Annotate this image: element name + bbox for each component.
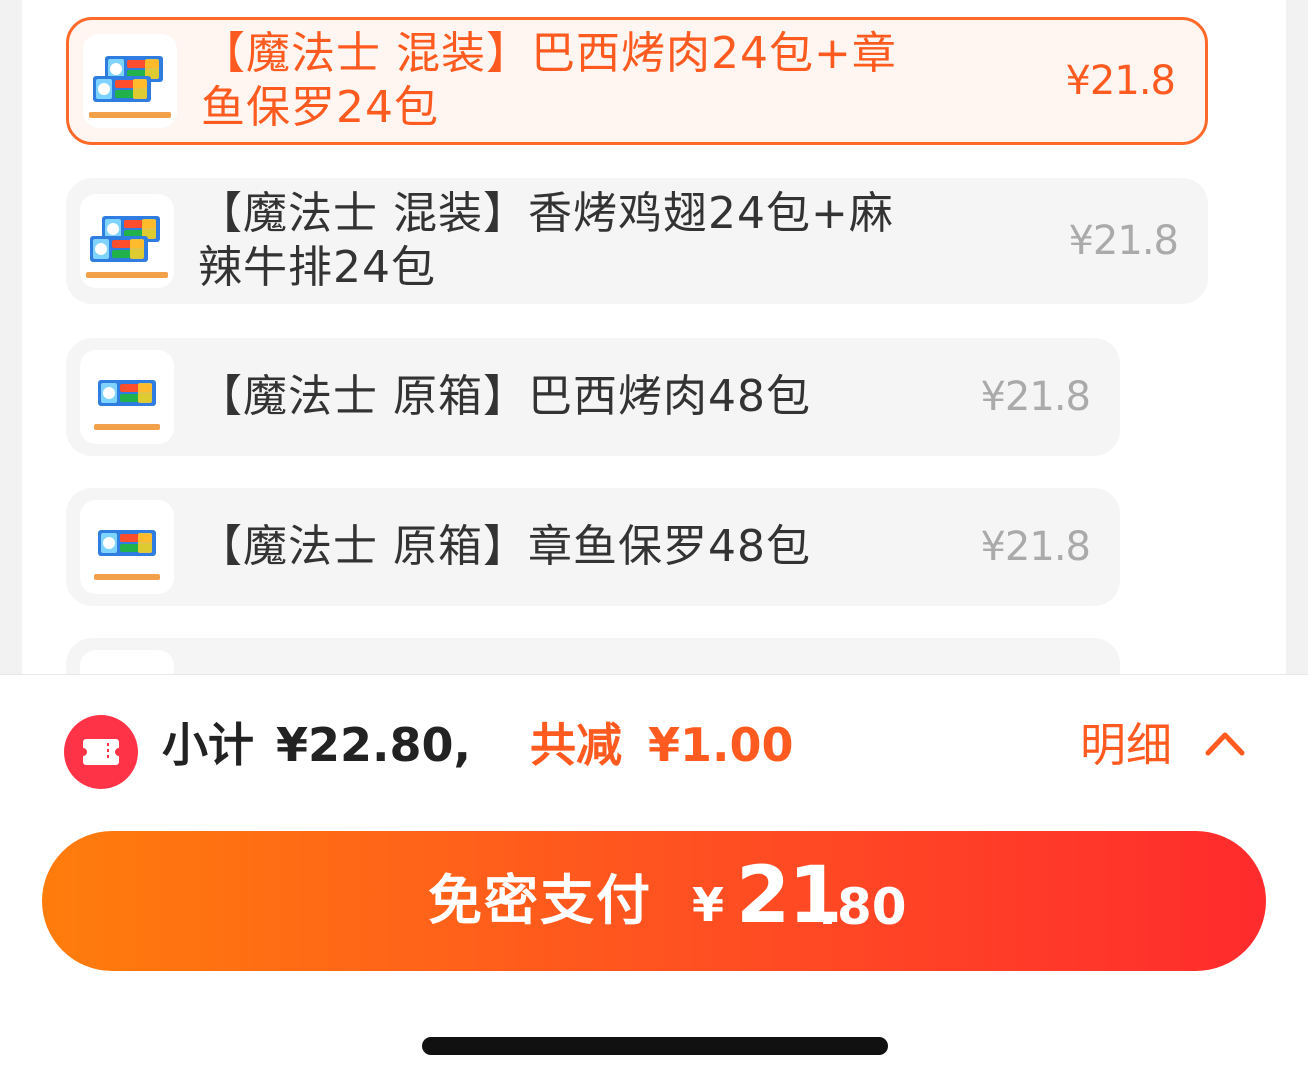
discount-label: 共减 bbox=[530, 718, 622, 772]
sku-option-box-octopus[interactable]: 【魔法士 原箱】章鱼保罗48包 ¥21.8 bbox=[66, 488, 1120, 606]
product-thumbnail bbox=[80, 500, 174, 594]
subtotal-label: 小计 bbox=[162, 718, 254, 772]
sku-option-box-brazil[interactable]: 【魔法士 原箱】巴西烤肉48包 ¥21.8 bbox=[66, 338, 1120, 456]
sku-option-title: 【魔法士 混装】巴西烤肉24包+章 鱼保罗24包 bbox=[201, 28, 897, 133]
sku-option-price: ¥21.8 bbox=[980, 374, 1091, 420]
product-thumbnail bbox=[80, 194, 174, 288]
password-free-pay-button[interactable]: 免密支付 ¥ 21 .80 bbox=[42, 831, 1266, 971]
sku-option-price: ¥21.8 bbox=[980, 524, 1091, 570]
sku-option-mixed-wing-steak[interactable]: 【魔法士 混装】香烤鸡翅24包+麻 辣牛排24包 ¥21.8 bbox=[66, 178, 1208, 304]
subtotal-value: ¥22.80, bbox=[276, 718, 471, 772]
sku-option-price: ¥21.8 bbox=[1068, 218, 1179, 264]
pay-button-label: 免密支付 bbox=[428, 869, 652, 932]
sku-option-title: 【魔法士 混装】香烤鸡翅24包+麻 辣牛排24包 bbox=[198, 188, 894, 293]
detail-toggle-button[interactable]: 明细 bbox=[1080, 709, 1260, 781]
product-thumbnail bbox=[83, 34, 177, 128]
pay-amount-decimal: .80 bbox=[818, 878, 907, 936]
detail-label: 明细 bbox=[1080, 718, 1172, 772]
sku-option-title: 【魔法士 原箱】章鱼保罗48包 bbox=[198, 521, 811, 572]
sku-option-price: ¥21.8 bbox=[1065, 58, 1176, 104]
checkout-footer: 小计 ¥22.80, 共减 ¥1.00 明细 免密支付 ¥ 21 .80 bbox=[0, 674, 1308, 1082]
chevron-up-icon bbox=[1202, 721, 1248, 771]
discount-value: ¥1.00 bbox=[648, 718, 794, 772]
sku-option-mixed-brazil-octopus[interactable]: 【魔法士 混装】巴西烤肉24包+章 鱼保罗24包 ¥21.8 bbox=[66, 17, 1208, 145]
product-thumbnail bbox=[80, 350, 174, 444]
sku-option-title: 【魔法士 原箱】巴西烤肉48包 bbox=[198, 371, 811, 422]
home-indicator[interactable] bbox=[422, 1037, 888, 1055]
ticket-icon bbox=[64, 715, 138, 789]
pay-currency: ¥ bbox=[692, 878, 725, 932]
sku-option-list: 【魔法士 混装】巴西烤肉24包+章 鱼保罗24包 ¥21.8 【魔法士 混装】香… bbox=[22, 0, 1286, 690]
